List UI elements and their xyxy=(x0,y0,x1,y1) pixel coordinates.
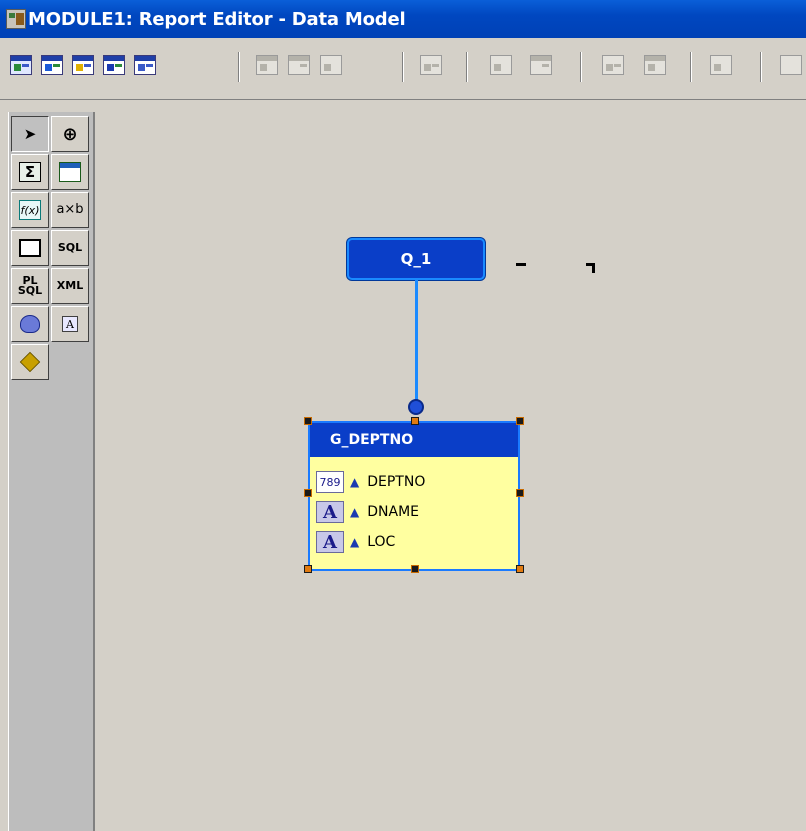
data-model-view-button[interactable] xyxy=(6,50,36,80)
select-tool-button[interactable]: ➤ xyxy=(11,116,49,152)
magnify-icon: ⊕ xyxy=(62,123,78,145)
ungroup-icon xyxy=(530,55,552,75)
toolbar-separator xyxy=(402,52,404,82)
arrow-up-icon: ▲ xyxy=(350,535,360,549)
column-name: DNAME xyxy=(367,504,419,520)
app-icon[interactable] xyxy=(6,9,26,29)
plsql-query-icon: PL SQL xyxy=(17,274,43,297)
paper-parameter-form-view-icon xyxy=(134,55,156,75)
ungroup-button[interactable] xyxy=(526,50,556,80)
align-left-button[interactable] xyxy=(252,50,282,80)
toolbar-separator xyxy=(466,52,468,82)
group-node[interactable]: G_DEPTNO 789 ▲ DEPTNO A ▲ DNAME A ▲ LOC xyxy=(308,421,520,571)
resize-handle[interactable] xyxy=(411,565,419,573)
paper-design-view-icon xyxy=(103,55,125,75)
resize-handle[interactable] xyxy=(516,565,524,573)
sql-query-tool-button[interactable]: SQL xyxy=(51,230,89,266)
jdbc-query-tool-button[interactable] xyxy=(11,344,49,380)
distribute-icon xyxy=(710,55,732,75)
character-type-icon: A xyxy=(316,501,344,523)
bring-to-front-icon xyxy=(420,55,442,75)
resize-handle[interactable] xyxy=(516,489,524,497)
distribute-button[interactable] xyxy=(706,50,736,80)
web-source-view-icon xyxy=(41,55,63,75)
toolbar-separator xyxy=(580,52,582,82)
size-objects-button[interactable] xyxy=(598,50,628,80)
ref-cursor-query-tool-button[interactable]: PL SQL xyxy=(11,268,49,304)
dash-mark xyxy=(516,263,526,266)
arrow-up-icon: ▲ xyxy=(350,475,360,489)
cross-product-icon xyxy=(59,162,81,182)
align-right-button[interactable] xyxy=(316,50,346,80)
paper-layout-view-button[interactable] xyxy=(68,50,98,80)
express-query-tool-button[interactable] xyxy=(11,306,49,342)
web-source-view-button[interactable] xyxy=(37,50,67,80)
sigma-icon: Σ xyxy=(19,162,41,182)
align-objects-button[interactable] xyxy=(640,50,670,80)
toolbar-separator xyxy=(238,52,240,82)
group-icon xyxy=(490,55,512,75)
align-left-icon xyxy=(256,55,278,75)
resize-handle[interactable] xyxy=(304,489,312,497)
resize-handle[interactable] xyxy=(411,417,419,425)
more-icon xyxy=(780,55,802,75)
placeholder-icon: a×b xyxy=(56,202,84,217)
express-query-icon xyxy=(20,315,40,333)
align-center-button[interactable] xyxy=(284,50,314,80)
column-item[interactable]: A ▲ DNAME xyxy=(316,499,419,525)
number-type-icon: 789 xyxy=(316,471,344,493)
group-header[interactable]: G_DEPTNO xyxy=(310,423,518,457)
xml-query-tool-button[interactable]: XML xyxy=(51,268,89,304)
formula-column-tool-button[interactable]: f(x) xyxy=(11,192,49,228)
group-button[interactable] xyxy=(486,50,516,80)
query-node[interactable]: Q_1 xyxy=(347,238,485,280)
corner-mark xyxy=(586,263,595,273)
main-toolbar xyxy=(0,38,806,100)
more-button[interactable] xyxy=(776,50,806,80)
group-name: G_DEPTNO xyxy=(330,432,414,448)
column-item[interactable]: 789 ▲ DEPTNO xyxy=(316,469,425,495)
text-query-tool-button[interactable]: A xyxy=(51,306,89,342)
placeholder-column-tool-button[interactable]: a×b xyxy=(51,192,89,228)
paper-layout-view-icon xyxy=(72,55,94,75)
bring-to-front-button[interactable] xyxy=(416,50,446,80)
summary-column-tool-button[interactable]: Σ xyxy=(11,154,49,190)
jdbc-query-icon xyxy=(19,351,41,373)
paper-design-view-button[interactable] xyxy=(99,50,129,80)
align-right-icon xyxy=(320,55,342,75)
arrow-pointer-icon: ➤ xyxy=(23,125,37,143)
link-anchor-icon[interactable] xyxy=(408,399,424,415)
xml-query-icon: XML xyxy=(56,279,84,292)
formula-icon: f(x) xyxy=(19,200,41,220)
column-name: DEPTNO xyxy=(367,474,426,490)
column-name: LOC xyxy=(367,534,396,550)
resize-handle[interactable] xyxy=(304,565,312,573)
toolbar-separator xyxy=(690,52,692,82)
cross-product-tool-button[interactable] xyxy=(51,154,89,190)
query-group-link[interactable] xyxy=(415,280,418,406)
text-query-icon: A xyxy=(62,316,78,332)
character-type-icon: A xyxy=(316,531,344,553)
title-bar[interactable]: MODULE1: Report Editor - Data Model xyxy=(0,0,806,38)
arrow-up-icon: ▲ xyxy=(350,505,360,519)
data-model-view-icon xyxy=(10,55,32,75)
data-link-icon xyxy=(19,239,41,257)
query-name: Q_1 xyxy=(400,250,432,268)
report-editor-window: MODULE1: Report Editor - Data Model ➤ ⊕ … xyxy=(0,0,806,831)
align-objects-icon xyxy=(644,55,666,75)
toolbar-separator xyxy=(760,52,762,82)
data-link-tool-button[interactable] xyxy=(11,230,49,266)
sql-query-icon: SQL xyxy=(57,241,83,254)
window-title: MODULE1: Report Editor - Data Model xyxy=(28,8,406,30)
column-item[interactable]: A ▲ LOC xyxy=(316,529,395,555)
tool-palette: ➤ ⊕ Σ f(x) a×b SQL PL SQL XML A xyxy=(8,112,95,831)
parameter-form-view-button[interactable] xyxy=(130,50,160,80)
resize-handle[interactable] xyxy=(516,417,524,425)
resize-handle[interactable] xyxy=(304,417,312,425)
magnify-tool-button[interactable]: ⊕ xyxy=(51,116,89,152)
align-center-icon xyxy=(288,55,310,75)
size-objects-icon xyxy=(602,55,624,75)
